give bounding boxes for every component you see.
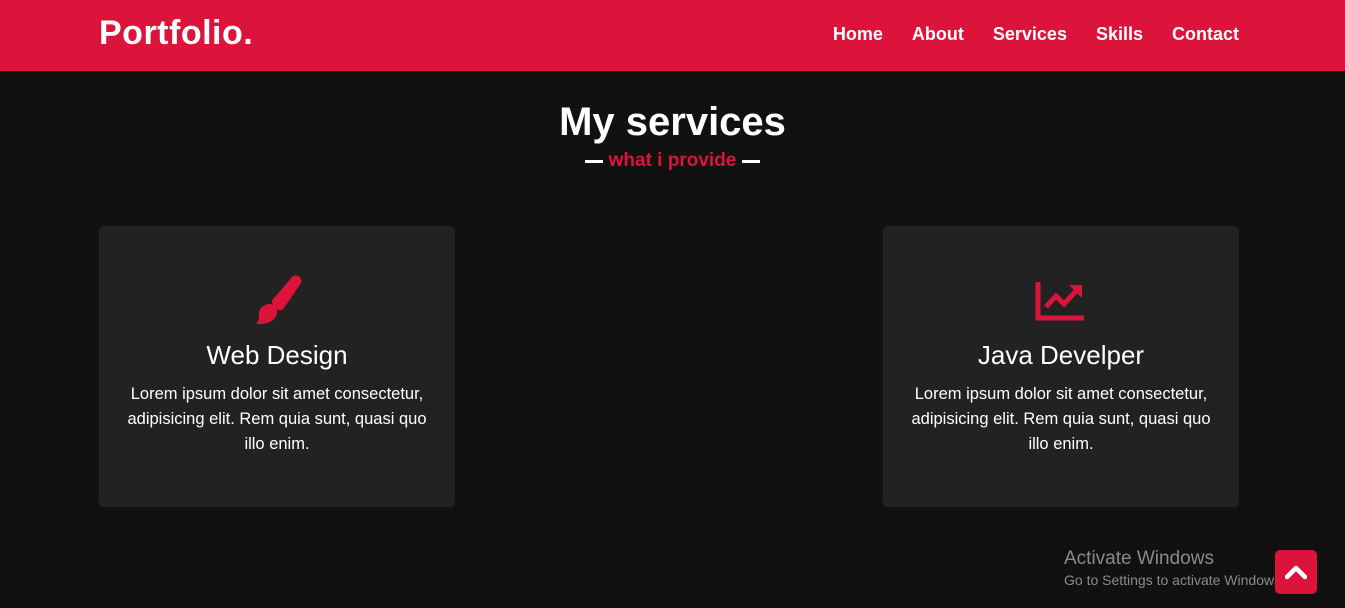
- subtitle-text: what i provide: [608, 150, 737, 171]
- nav-item-about: About: [912, 24, 964, 45]
- nav-menu: Home About Services Skills Contact: [833, 24, 1239, 45]
- nav-link-home[interactable]: Home: [833, 24, 883, 44]
- service-card-description: Lorem ipsum dolor sit amet consectetur, …: [911, 385, 1211, 453]
- service-card-description: Lorem ipsum dolor sit amet consectetur, …: [127, 385, 427, 453]
- nav-item-services: Services: [993, 24, 1067, 45]
- nav-item-home: Home: [833, 24, 883, 45]
- subtitle-dash-left: [584, 159, 603, 163]
- nav-item-contact: Contact: [1172, 24, 1239, 45]
- chart-line-icon: [883, 274, 1239, 328]
- nav-link-contact[interactable]: Contact: [1172, 24, 1239, 44]
- section-subtitle: what i provide: [0, 150, 1345, 172]
- scroll-to-top-button[interactable]: [1275, 550, 1317, 594]
- nav-link-skills[interactable]: Skills: [1096, 24, 1143, 44]
- watermark-title: Activate Windows: [1064, 548, 1214, 569]
- service-card-title: Java Develper: [977, 340, 1145, 370]
- nav-link-services[interactable]: Services: [993, 24, 1067, 44]
- nav-item-skills: Skills: [1096, 24, 1143, 45]
- watermark-subtitle: Go to Settings to activate Windows.: [1064, 572, 1285, 588]
- nav-link-about[interactable]: About: [912, 24, 964, 44]
- chevron-up-icon: [1285, 565, 1307, 580]
- service-card-web-design: Web Design Lorem ipsum dolor sit amet co…: [99, 226, 455, 507]
- section-title: My services: [559, 100, 786, 144]
- service-card-title: Web Design: [206, 340, 348, 370]
- navbar: Portfolio. Home About Services Skills Co…: [0, 0, 1345, 71]
- paint-brush-icon: [99, 274, 455, 328]
- windows-activation-watermark: Activate Windows Go to Settings to activ…: [1064, 548, 1285, 588]
- service-card-java-developer: Java Develper Lorem ipsum dolor sit amet…: [883, 226, 1239, 507]
- logo[interactable]: Portfolio.: [99, 14, 253, 53]
- subtitle-dash-right: [742, 159, 761, 163]
